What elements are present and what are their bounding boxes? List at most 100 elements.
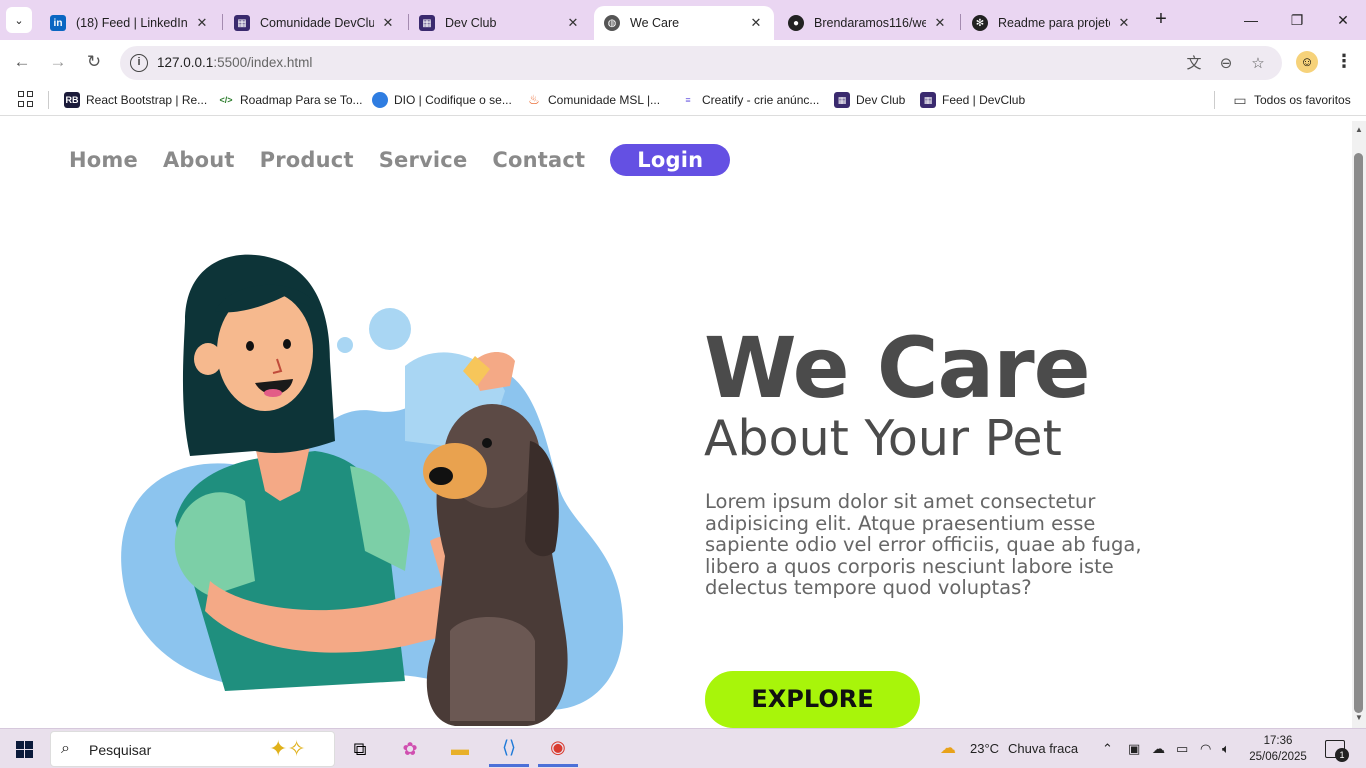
- minimize-icon[interactable]: —: [1236, 8, 1266, 32]
- onedrive-icon[interactable]: ☁: [1152, 741, 1165, 757]
- bookmark-creatify[interactable]: ≡ Creatify - crie anúnc...: [680, 90, 819, 110]
- close-window-icon[interactable]: ✕: [1328, 8, 1358, 32]
- close-tab-icon[interactable]: ✕: [380, 15, 396, 31]
- clock-time: 17:36: [1263, 735, 1293, 747]
- task-view-icon[interactable]: ⧉: [340, 731, 380, 767]
- bookmark-label: React Bootstrap | Re...: [86, 93, 208, 107]
- site-info-icon[interactable]: i: [130, 54, 148, 72]
- page-scrollbar[interactable]: ▲ ▼: [1352, 121, 1366, 728]
- vscode-icon[interactable]: ⟨⟩: [489, 731, 529, 767]
- tab-title: (18) Feed | LinkedIn: [76, 16, 188, 30]
- notifications-icon[interactable]: 1: [1325, 740, 1349, 762]
- scroll-up-arrow-icon[interactable]: ▲: [1355, 125, 1363, 134]
- bookmark-label: Roadmap Para se To...: [240, 93, 363, 107]
- show-hidden-icons-chevron-icon[interactable]: ⌃: [1102, 741, 1113, 757]
- close-tab-icon[interactable]: ✕: [1116, 15, 1132, 31]
- file-explorer-icon[interactable]: ▬: [440, 731, 480, 767]
- bookmark-dev-club[interactable]: ▦ Dev Club: [834, 90, 905, 110]
- bookmark-label: Creatify - crie anúnc...: [702, 93, 820, 107]
- reload-icon[interactable]: ↻: [82, 50, 106, 74]
- tab-dev-club[interactable]: ▦ Dev Club ✕: [409, 6, 591, 40]
- device-icon[interactable]: ▣: [1128, 741, 1140, 757]
- apps-grid-icon[interactable]: [18, 91, 34, 107]
- login-button[interactable]: Login: [610, 144, 731, 176]
- tab-divider: [960, 14, 961, 30]
- back-icon[interactable]: ←: [10, 50, 34, 74]
- web-page: Home About Product Service Contact Login: [0, 121, 1352, 728]
- bookmarks-divider: [1214, 91, 1215, 109]
- close-tab-icon[interactable]: ✕: [748, 15, 764, 31]
- nav-about[interactable]: About: [163, 148, 235, 172]
- nav-product[interactable]: Product: [260, 148, 354, 172]
- bookmark-dio[interactable]: DIO | Codifique o se...: [372, 90, 512, 110]
- battery-icon[interactable]: ▭: [1176, 741, 1188, 757]
- copilot-sparkle-icon: ✦✧: [269, 736, 306, 761]
- address-bar[interactable]: i 127.0.0.1:5500/index.html 文 ⊖ ☆: [120, 46, 1282, 80]
- nav-home[interactable]: Home: [69, 148, 138, 172]
- scrollbar-thumb[interactable]: [1354, 153, 1363, 713]
- browser-menu-icon[interactable]: ⋮: [1334, 50, 1354, 74]
- system-clock[interactable]: 17:36 25/06/2025: [1248, 733, 1308, 765]
- browser-toolbar: ← → ↻ i 127.0.0.1:5500/index.html 文 ⊖ ☆: [0, 40, 1366, 84]
- bookmarks-divider: [48, 91, 49, 109]
- url-host: 127.0.0.1: [157, 55, 214, 70]
- code-icon: </>: [218, 92, 234, 108]
- bookmark-roadmap[interactable]: </> Roadmap Para se To...: [218, 90, 363, 110]
- tab-title: Readme para projeto: [998, 16, 1110, 30]
- volume-icon[interactable]: 🔈︎: [1222, 741, 1230, 757]
- bookmarks-bar: RB React Bootstrap | Re... </> Roadmap P…: [0, 84, 1366, 116]
- bookmark-star-icon[interactable]: ☆: [1248, 54, 1268, 74]
- restore-icon[interactable]: ❐: [1282, 8, 1312, 32]
- profile-avatar-icon[interactable]: ☺: [1296, 51, 1318, 73]
- tab-we-care[interactable]: ◍ We Care ✕: [594, 6, 774, 40]
- globe-icon: ◍: [604, 15, 620, 31]
- scroll-down-arrow-icon[interactable]: ▼: [1355, 713, 1363, 722]
- url-path: :5500/index.html: [213, 55, 313, 70]
- bookmark-react-bootstrap[interactable]: RB React Bootstrap | Re...: [64, 90, 207, 110]
- tab-github[interactable]: ● Brendaramos116/we ✕: [778, 6, 958, 40]
- tab-strip: ⌄ in (18) Feed | LinkedIn ✕ ▦ Comunidade…: [0, 0, 1366, 40]
- linkedin-icon: in: [50, 15, 66, 31]
- all-bookmarks-folder[interactable]: ▭ Todos os favoritos: [1232, 90, 1351, 110]
- chrome-icon[interactable]: ◉: [538, 731, 578, 767]
- tab-comunidade-devclub[interactable]: ▦ Comunidade DevClub ✕: [224, 6, 406, 40]
- translate-icon[interactable]: 文: [1184, 54, 1204, 74]
- openai-icon: ✻: [972, 15, 988, 31]
- nav-contact[interactable]: Contact: [492, 148, 585, 172]
- nav-service[interactable]: Service: [379, 148, 468, 172]
- close-tab-icon[interactable]: ✕: [565, 15, 581, 31]
- close-tab-icon[interactable]: ✕: [194, 15, 210, 31]
- weather-temp[interactable]: 23°C: [970, 741, 999, 756]
- bookmark-feed-devclub[interactable]: ▦ Feed | DevClub: [920, 90, 1025, 110]
- tab-title: Brendaramos116/we: [814, 16, 926, 30]
- woman-with-dog-illustration: [121, 254, 624, 726]
- taskbar-search-box[interactable]: ⌕ Pesquisar ✦✧: [50, 731, 335, 767]
- tab-readme[interactable]: ✻ Readme para projeto ✕: [962, 6, 1142, 40]
- devclub-icon: ▦: [419, 15, 435, 31]
- hero-subtitle: About Your Pet: [704, 410, 1062, 467]
- forward-icon[interactable]: →: [46, 50, 70, 74]
- taskbar-search-placeholder: Pesquisar: [89, 742, 152, 758]
- devclub-icon: ▦: [234, 15, 250, 31]
- windows-start-icon[interactable]: [16, 741, 33, 758]
- tab-linkedin[interactable]: in (18) Feed | LinkedIn ✕: [40, 6, 220, 40]
- weather-description[interactable]: Chuva fraca: [1008, 741, 1078, 756]
- new-tab-button[interactable]: +: [1150, 8, 1172, 30]
- tab-divider: [222, 14, 223, 30]
- hero-description: Lorem ipsum dolor sit amet consectetur a…: [705, 490, 1142, 599]
- tab-search-chevron-icon[interactable]: ⌄: [6, 7, 32, 33]
- weather-icon[interactable]: ☁: [940, 738, 956, 758]
- tab-title: Comunidade DevClub: [260, 16, 374, 30]
- notification-count-badge: 1: [1335, 748, 1349, 762]
- wifi-icon[interactable]: ◠: [1200, 741, 1211, 757]
- copilot-icon[interactable]: ✿: [390, 731, 430, 767]
- explore-button[interactable]: EXPLORE: [705, 671, 920, 728]
- windows-taskbar: ⌕ Pesquisar ✦✧ ⧉ ✿ ▬ ⟨⟩ ◉ ☁ 23°C Chuva f…: [0, 728, 1366, 768]
- bookmark-comunidade-msl[interactable]: ♨ Comunidade MSL |...: [526, 90, 660, 110]
- zoom-icon[interactable]: ⊖: [1216, 54, 1236, 74]
- bookmark-label: DIO | Codifique o se...: [394, 93, 512, 107]
- react-bootstrap-icon: RB: [64, 92, 80, 108]
- bookmark-label: Comunidade MSL |...: [548, 93, 661, 107]
- close-tab-icon[interactable]: ✕: [932, 15, 948, 31]
- url-text[interactable]: 127.0.0.1:5500/index.html: [157, 55, 312, 70]
